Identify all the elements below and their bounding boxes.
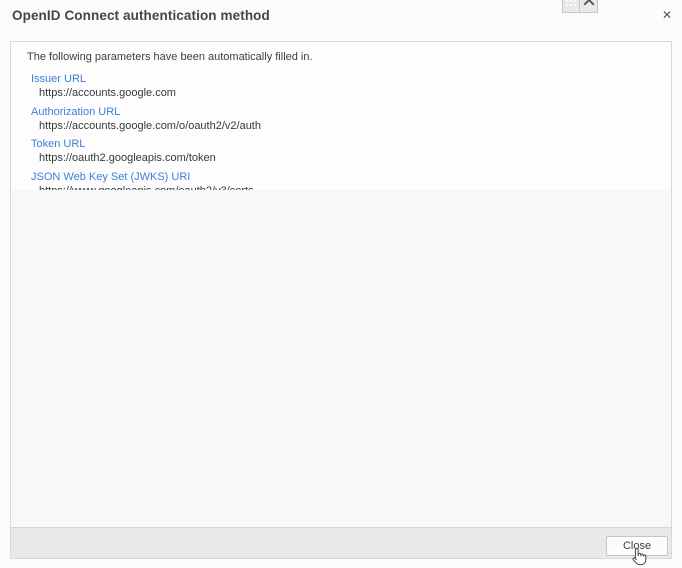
parameters-section: The following parameters have been autom… xyxy=(11,42,671,190)
grid-button[interactable] xyxy=(562,0,580,13)
close-icon[interactable]: ✕ xyxy=(662,9,672,21)
close-button[interactable]: Close xyxy=(606,536,668,556)
dialog-footer: Close xyxy=(11,527,671,558)
dialog-title: OpenID Connect authentication method xyxy=(12,8,270,23)
parameter-item: Token URL https://oauth2.googleapis.com/… xyxy=(11,134,671,166)
parameter-item: Issuer URL https://accounts.google.com xyxy=(11,69,671,101)
panel-toolbar xyxy=(562,0,598,13)
parameter-label-authorization-url[interactable]: Authorization URL xyxy=(31,106,120,120)
parameter-value: https://accounts.google.com/o/oauth2/v2/… xyxy=(31,120,651,134)
parameter-label-jwks-uri[interactable]: JSON Web Key Set (JWKS) URI xyxy=(31,171,190,185)
parameter-label-issuer-url[interactable]: Issuer URL xyxy=(31,73,86,87)
empty-content-area xyxy=(11,190,671,527)
parameter-item: Authorization URL https://accounts.googl… xyxy=(11,102,671,134)
parameter-value: https://oauth2.googleapis.com/token xyxy=(31,152,651,166)
grid-icon xyxy=(566,0,576,9)
parameter-label-token-url[interactable]: Token URL xyxy=(31,138,85,152)
collapse-button[interactable] xyxy=(580,0,598,13)
intro-text: The following parameters have been autom… xyxy=(11,51,671,64)
parameter-value: https://accounts.google.com xyxy=(31,87,651,101)
chevron-up-icon xyxy=(583,0,595,9)
dialog-panel: The following parameters have been autom… xyxy=(10,41,672,559)
